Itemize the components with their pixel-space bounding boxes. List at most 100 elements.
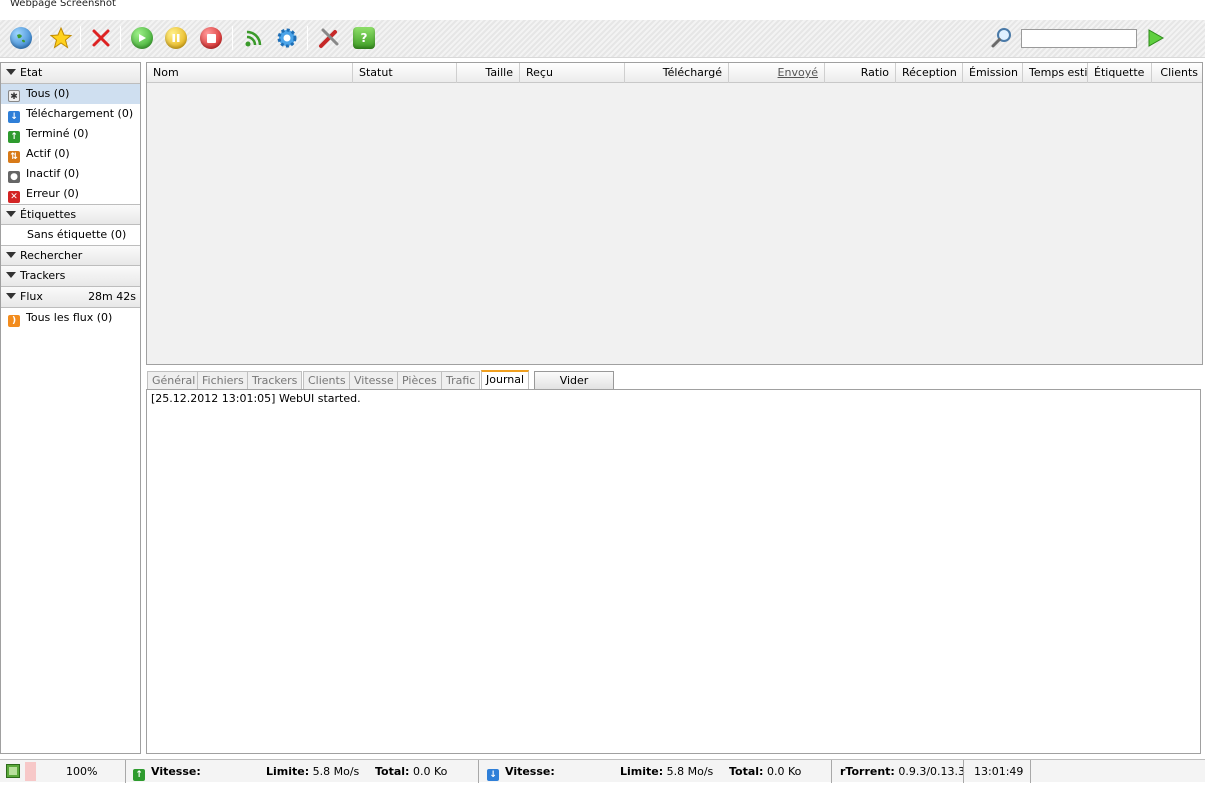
toolbar: ? (0, 20, 1205, 58)
start-icon (131, 27, 153, 49)
download-icon[interactable]: ↓ (487, 765, 499, 781)
rss-feed-icon: ) (8, 315, 20, 327)
category-header-label: Etat (20, 66, 43, 79)
label-item-label: Sans étiquette (0) (27, 228, 127, 241)
column-eta[interactable]: Temps estim (1023, 63, 1088, 83)
start-button[interactable] (129, 25, 155, 51)
finished-icon: ↑ (8, 131, 20, 143)
stop-button[interactable] (198, 25, 224, 51)
feed-item-label: Tous les flux (0) (26, 311, 113, 324)
state-item-inactive[interactable]: ● Inactif (0) (1, 164, 140, 184)
download-total-label: Total: (729, 765, 764, 778)
column-peers[interactable]: Clients (1152, 63, 1202, 83)
column-name[interactable]: Nom (147, 63, 353, 83)
star-icon (49, 26, 73, 49)
tab-log[interactable]: Journal (481, 370, 530, 390)
category-header-state[interactable]: Etat (1, 63, 140, 84)
upload-total-label: Total: (375, 765, 410, 778)
search-button[interactable] (989, 25, 1015, 51)
torrent-list-header: Nom Statut Taille Reçu Téléchargé Envoyé… (147, 63, 1202, 83)
upload-limit-label: Limite: (266, 765, 310, 778)
add-torrent-url-button[interactable] (8, 25, 34, 51)
upload-limit-value[interactable]: 5.8 Mo/s (313, 765, 360, 778)
category-header-trackers[interactable]: Trackers (1, 266, 140, 287)
error-icon: ✕ (8, 191, 20, 203)
all-icon: ✱ (8, 90, 20, 102)
upload-total-value: 0.0 Ko (412, 765, 448, 778)
column-received[interactable]: Reçu (520, 63, 625, 83)
download-limit-label: Limite: (620, 765, 664, 778)
remove-button[interactable] (88, 25, 114, 51)
upload-icon[interactable]: ↑ (133, 765, 145, 781)
state-item-label: Inactif (0) (26, 167, 80, 180)
collapse-icon (6, 252, 16, 258)
tab-files[interactable]: Fichiers (197, 371, 249, 390)
download-total-value: 0.0 Ko (766, 765, 802, 778)
column-ratio[interactable]: Ratio (825, 63, 896, 83)
help-button[interactable]: ? (351, 25, 377, 51)
rss-icon (245, 30, 262, 47)
clock: 13:01:49 (974, 765, 1024, 778)
feeds-refresh-time: 28m 42s (88, 290, 136, 303)
column-downloaded[interactable]: Téléchargé (625, 63, 729, 83)
help-icon: ? (353, 27, 375, 49)
upload-speed-label: Vitesse: (151, 765, 201, 778)
collapse-icon (6, 211, 16, 217)
globe-icon (10, 27, 32, 49)
category-header-label: Étiquettes (20, 208, 77, 221)
rtorrent-label: rTorrent: (840, 765, 895, 778)
state-item-label: Erreur (0) (26, 187, 79, 200)
column-upload-speed[interactable]: Émission (963, 63, 1023, 83)
active-icon: ⇅ (8, 151, 20, 163)
pause-icon (165, 27, 187, 49)
category-header-search[interactable]: Rechercher (1, 245, 140, 266)
download-icon: ↓ (8, 111, 20, 123)
settings-button[interactable] (274, 25, 300, 51)
collapse-icon (6, 69, 16, 75)
inactive-icon: ● (8, 171, 20, 183)
state-item-downloading[interactable]: ↓ Téléchargement (0) (1, 104, 140, 124)
tab-chunks[interactable]: Pièces (397, 371, 442, 390)
tab-speed[interactable]: Vitesse (349, 371, 399, 390)
state-item-active[interactable]: ⇅ Actif (0) (1, 144, 140, 164)
state-item-all[interactable]: ✱ Tous (0) (1, 84, 140, 104)
disk-icon (6, 764, 20, 778)
sidebar: Etat ✱ Tous (0) ↓ Téléchargement (0) ↑ Term… (0, 62, 141, 754)
tab-traffic[interactable]: Trafic (441, 371, 481, 390)
tab-trackers[interactable]: Trackers (247, 371, 303, 390)
state-item-finished[interactable]: ↑ Terminé (0) (1, 124, 140, 144)
tab-peers[interactable]: Clients (303, 371, 351, 390)
pause-button[interactable] (163, 25, 189, 51)
column-download-speed[interactable]: Réception (896, 63, 963, 83)
tools-icon (319, 28, 339, 48)
log-line: [25.12.2012 13:01:05] WebUI started. (151, 392, 361, 405)
tab-general[interactable]: Général (147, 371, 201, 390)
collapse-icon (6, 272, 16, 278)
plugins-button[interactable] (316, 25, 342, 51)
rss-button[interactable] (241, 25, 267, 51)
category-header-labels[interactable]: Étiquettes (1, 204, 140, 225)
download-speed-label: Vitesse: (505, 765, 555, 778)
column-size[interactable]: Taille (457, 63, 520, 83)
category-header-label: Flux (20, 290, 43, 303)
column-label[interactable]: Étiquette (1088, 63, 1152, 83)
column-uploaded[interactable]: Envoyé (729, 63, 825, 83)
rtorrent-version: 0.9.3/0.13.3 (898, 765, 966, 778)
search-input[interactable] (1021, 29, 1137, 48)
window-title: Webpage Screenshot (10, 0, 116, 9)
state-item-error[interactable]: ✕ Erreur (0) (1, 184, 140, 204)
search-go-button[interactable] (1142, 25, 1168, 51)
add-torrent-file-button[interactable] (48, 25, 74, 51)
go-icon (1148, 29, 1165, 47)
column-status[interactable]: Statut (353, 63, 457, 83)
download-limit-value[interactable]: 5.8 Mo/s (667, 765, 714, 778)
category-header-feeds[interactable]: Flux 28m 42s (1, 287, 140, 308)
gear-icon (277, 28, 297, 48)
stop-icon (200, 27, 222, 49)
feed-item-all[interactable]: ) Tous les flux (0) (1, 308, 140, 328)
torrent-list[interactable]: Nom Statut Taille Reçu Téléchargé Envoyé… (146, 62, 1203, 365)
state-item-label: Téléchargement (0) (26, 107, 134, 120)
label-item-none[interactable]: Sans étiquette (0) (1, 225, 140, 245)
state-item-label: Terminé (0) (26, 127, 89, 140)
clear-log-button[interactable]: Vider (534, 371, 614, 390)
